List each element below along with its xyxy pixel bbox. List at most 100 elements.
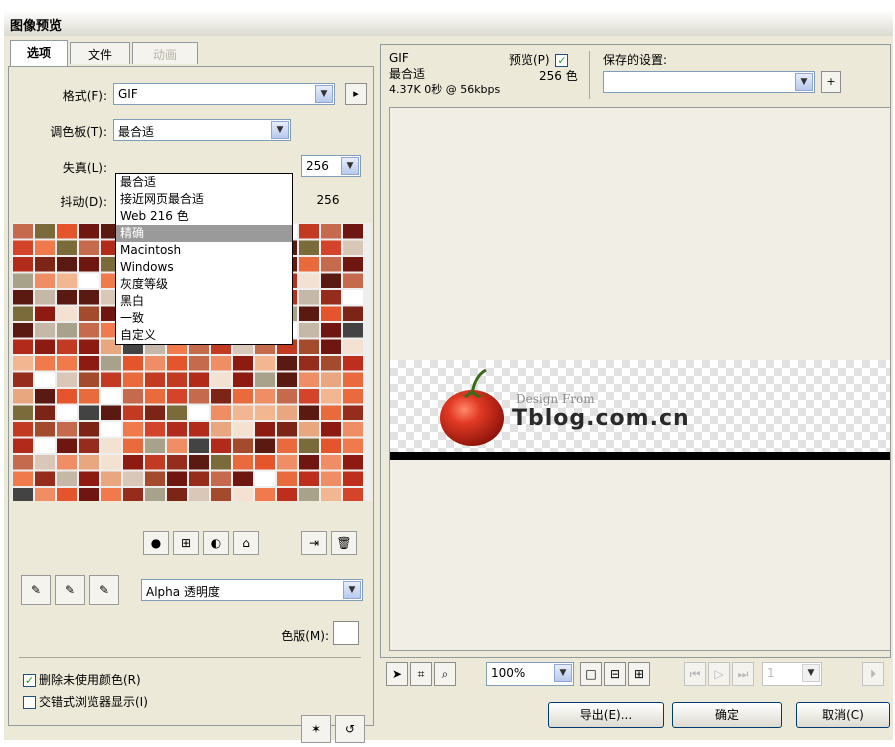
palette-swatch[interactable] [343,306,363,322]
palette-swatch[interactable] [79,306,99,322]
palette-swatch[interactable] [189,389,209,404]
palette-swatch[interactable] [321,356,341,371]
palette-swatch[interactable] [57,455,77,470]
palette-swatch[interactable] [211,356,231,371]
palette-swatch[interactable] [321,273,341,289]
palette-swatch[interactable] [299,290,319,305]
palette-swatch[interactable] [145,488,165,501]
palette-swatch[interactable] [13,488,33,501]
palette-swatch[interactable] [299,389,319,404]
palette-swatch[interactable] [101,488,121,501]
palette-swatch[interactable] [79,339,99,355]
palette-swatch[interactable] [145,471,165,487]
palette-swatch[interactable] [57,240,77,256]
palette-swatch[interactable] [57,306,77,322]
crop-icon[interactable]: ⌗ [410,662,432,686]
palette-swatch[interactable] [343,455,363,470]
palette-swatch[interactable] [57,257,77,272]
chevron-down-icon[interactable]: ▼ [315,85,333,103]
palette-swatch[interactable] [79,290,99,305]
palette-swatch[interactable] [211,471,231,487]
palette-swatch[interactable] [35,240,55,256]
palette-swatch[interactable] [101,438,121,454]
palette-swatch[interactable] [211,405,231,421]
palette-swatch[interactable] [123,471,143,487]
saved-settings-select[interactable]: ▼ [603,71,815,93]
palette-swatch[interactable] [277,422,297,437]
palette-swatch[interactable] [13,471,33,487]
preview-canvas[interactable]: Design From Tblog.com.cn [389,107,891,651]
list-item[interactable]: 自定义 [116,327,292,344]
palette-swatch[interactable] [189,372,209,388]
palette-swatch[interactable] [123,389,143,404]
first-frame-icon[interactable]: ⏮ [684,662,706,686]
palette-swatch[interactable] [189,471,209,487]
palette-swatch[interactable] [13,240,33,256]
eyedropper-icon[interactable]: ✎ [21,575,51,605]
palette-swatch[interactable] [13,438,33,454]
ok-button[interactable]: 确定 [672,702,782,728]
palette-swatch[interactable] [145,356,165,371]
palette-swatch[interactable] [233,422,253,437]
palette-swatch[interactable] [13,339,33,355]
palette-swatch[interactable] [167,438,187,454]
palette-swatch[interactable] [79,323,99,338]
palette-swatch[interactable] [79,356,99,371]
format-menu-button[interactable]: ▸ [345,83,367,105]
palette-swatch[interactable] [79,224,99,239]
palette-swatch[interactable] [321,389,341,404]
palette-swatch[interactable] [343,438,363,454]
palette-swatch[interactable] [343,224,363,239]
palette-swatch[interactable] [211,372,231,388]
eyedropper-add-icon[interactable]: ✎ [55,575,85,605]
palette-swatch[interactable] [35,257,55,272]
palette-swatch[interactable] [277,372,297,388]
palette-swatch[interactable] [145,405,165,421]
list-item[interactable]: 一致 [116,310,292,327]
palette-swatch[interactable] [57,372,77,388]
palette-swatch[interactable] [123,422,143,437]
palette-swatch[interactable] [189,356,209,371]
palette-swatch[interactable] [255,356,275,371]
frame-select[interactable]: 1 ▼ [762,662,822,686]
palette-swatch[interactable] [299,488,319,501]
palette-swatch[interactable] [321,455,341,470]
palette-swatch[interactable] [211,389,231,404]
palette-swatch[interactable] [79,488,99,501]
palette-swatch[interactable] [211,488,231,501]
palette-swatch[interactable] [13,273,33,289]
palette-swatch[interactable] [35,422,55,437]
palette-swatch[interactable] [233,405,253,421]
palette-swatch[interactable] [79,372,99,388]
palette-swatch[interactable] [343,323,363,338]
palette-swatch[interactable] [79,405,99,421]
palette-swatch[interactable] [145,422,165,437]
palette-swatch[interactable] [343,372,363,388]
palette-swatch[interactable] [277,389,297,404]
chevron-down-icon[interactable]: ▼ [802,664,820,682]
chevron-down-icon[interactable]: ▼ [271,121,289,139]
palette-swatch[interactable] [189,488,209,501]
palette-swatch[interactable] [189,438,209,454]
palette-swatch[interactable] [321,405,341,421]
palette-swatch[interactable] [57,422,77,437]
palette-swatch[interactable] [299,356,319,371]
palette-swatch[interactable] [145,455,165,470]
palette-swatch[interactable] [13,389,33,404]
palette-swatch[interactable] [277,471,297,487]
palette-swatch[interactable] [13,290,33,305]
list-item[interactable]: 黑白 [116,293,292,310]
palette-swatch[interactable] [321,488,341,501]
palette-swatch[interactable] [343,290,363,305]
palette-swatch[interactable] [35,356,55,371]
palette-swatch[interactable] [343,339,363,355]
palette-swatch[interactable] [255,471,275,487]
palette-swatch[interactable] [35,306,55,322]
palette-swatch[interactable] [57,323,77,338]
palette-swatch[interactable] [233,372,253,388]
palette-swatch[interactable] [321,257,341,272]
palette-swatch[interactable] [13,323,33,338]
palette-swatch[interactable] [255,438,275,454]
palette-swatch[interactable] [277,405,297,421]
palette-swatch[interactable] [167,389,187,404]
